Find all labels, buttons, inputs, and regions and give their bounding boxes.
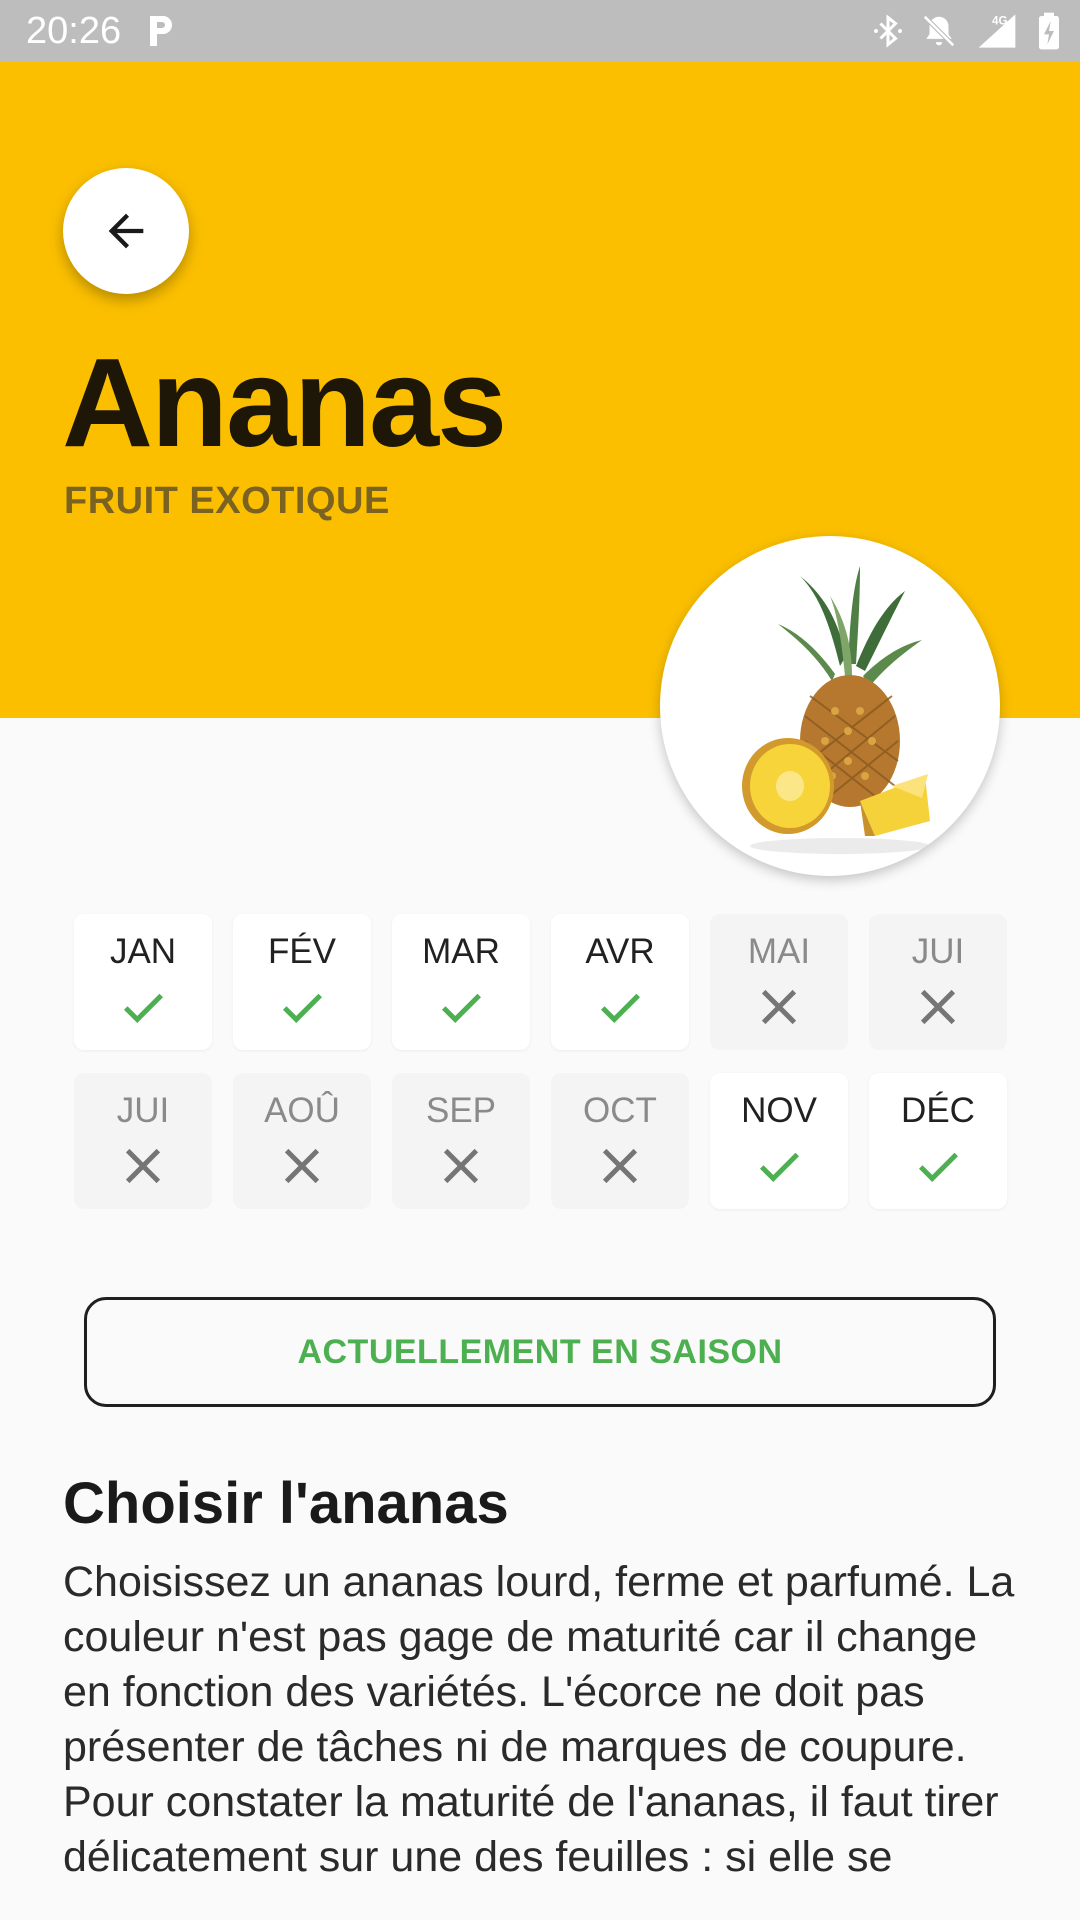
signal-4g-icon: 4G <box>978 14 1016 48</box>
month-label: JUI <box>116 1091 170 1130</box>
month-tile: AVR <box>551 914 689 1050</box>
month-label: MAR <box>422 932 500 971</box>
month-label: SEP <box>425 1091 497 1130</box>
page-title: Ananas <box>62 332 507 473</box>
status-icons: 4G <box>870 10 1062 52</box>
battery-charging-icon <box>1039 12 1059 50</box>
check-icon <box>600 993 640 1023</box>
arrow-back-icon <box>108 213 144 249</box>
month-tile: NOV <box>710 1073 848 1209</box>
month-tile: MAI <box>710 914 848 1050</box>
month-tile: FÉV <box>233 914 371 1050</box>
page-subtitle: FRUIT EXOTIQUE <box>64 480 390 522</box>
close-icon <box>761 989 797 1025</box>
month-label: DÉC <box>901 1091 975 1130</box>
status-bar: 20:26 4G <box>0 0 1080 62</box>
month-label: FÉV <box>267 932 337 971</box>
fruit-image <box>660 536 1000 876</box>
check-icon <box>918 1152 958 1182</box>
close-icon <box>602 1148 638 1184</box>
month-label: AVR <box>585 932 655 971</box>
season-calendar: JAN FÉV MAR AVR MAI JUI JUI AOÛ SEP OCT NOV DÉC <box>74 914 1008 1232</box>
bluetooth-icon <box>874 14 902 48</box>
month-tile: JUI <box>869 914 1007 1050</box>
check-icon <box>123 993 163 1023</box>
month-tile: MAR <box>392 914 530 1050</box>
check-icon <box>441 993 481 1023</box>
month-tile: DÉC <box>869 1073 1007 1209</box>
month-tile: SEP <box>392 1073 530 1209</box>
month-label: JAN <box>109 932 177 971</box>
back-button[interactable] <box>63 168 189 294</box>
close-icon <box>284 1148 320 1184</box>
month-row: JAN FÉV MAR AVR MAI JUI <box>74 914 1008 1050</box>
month-label: JUI <box>911 932 965 971</box>
month-label: AOÛ <box>264 1091 340 1130</box>
month-row: JUI AOÛ SEP OCT NOV DÉC <box>74 1073 1008 1209</box>
month-label: OCT <box>583 1091 657 1130</box>
month-tile: JAN <box>74 914 212 1050</box>
in-season-button[interactable]: ACTUELLEMENT EN SAISON <box>84 1297 996 1407</box>
pineapple-illustration <box>742 566 930 854</box>
section-title: Choisir l'ananas <box>63 1471 509 1536</box>
month-tile: OCT <box>551 1073 689 1209</box>
month-label: MAI <box>747 932 811 971</box>
close-icon <box>920 989 956 1025</box>
month-label: NOV <box>741 1091 817 1130</box>
month-tile: JUI <box>74 1073 212 1209</box>
check-icon <box>759 1152 799 1182</box>
check-icon <box>282 993 322 1023</box>
in-season-label: ACTUELLEMENT EN SAISON <box>297 1332 783 1371</box>
parking-icon <box>150 16 172 46</box>
notifications-off-icon <box>923 15 955 47</box>
month-tile: AOÛ <box>233 1073 371 1209</box>
close-icon <box>125 1148 161 1184</box>
status-time: 20:26 <box>26 10 122 52</box>
network-label: 4G <box>992 14 1008 27</box>
close-icon <box>443 1148 479 1184</box>
section-body: Choisissez un ananas lourd, ferme et par… <box>63 1558 1015 1881</box>
